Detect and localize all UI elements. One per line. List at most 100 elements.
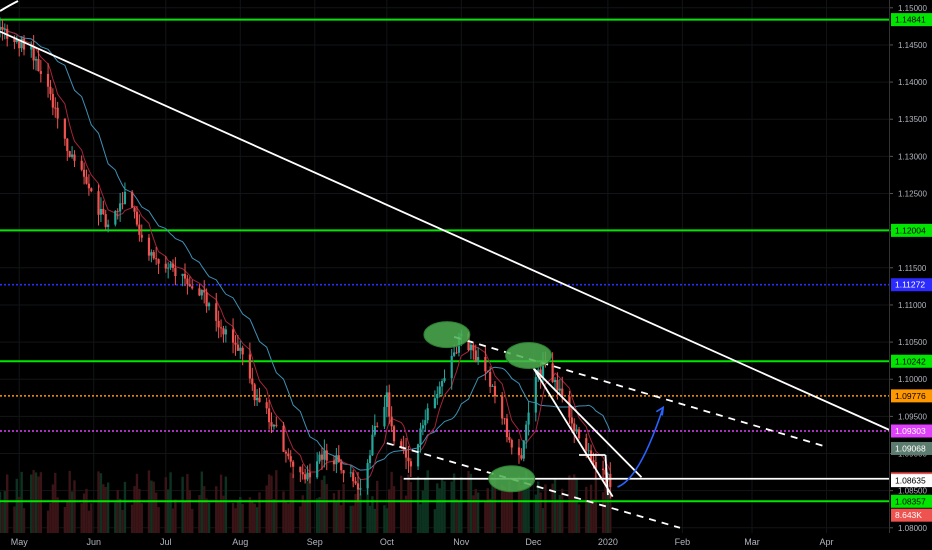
volume-bar xyxy=(70,491,74,533)
level-price-label: 1.11272 xyxy=(895,280,925,290)
candle-body xyxy=(157,259,160,264)
current-price-label: 1.09068 xyxy=(895,443,926,453)
volume-bar xyxy=(349,505,352,533)
candle-body xyxy=(239,347,242,351)
candle-body xyxy=(359,488,362,490)
volume-bar xyxy=(325,484,328,533)
candle-body xyxy=(203,290,206,293)
candle-body xyxy=(508,437,511,440)
candle-body xyxy=(205,292,208,307)
candle-body xyxy=(63,118,66,139)
price-tick-label: 1.09500 xyxy=(898,412,927,421)
candle-body xyxy=(304,474,307,480)
volume-bar xyxy=(575,477,578,533)
candle-body xyxy=(39,71,42,74)
volume-bar xyxy=(409,482,413,533)
candle-body xyxy=(236,344,239,351)
price-tick-label: 1.15000 xyxy=(898,4,927,13)
volume-bar xyxy=(568,475,571,533)
candle-body xyxy=(527,412,530,425)
candle-body xyxy=(433,398,436,409)
candle-body xyxy=(320,454,324,460)
volume-bar xyxy=(577,504,581,533)
candle-body xyxy=(99,208,103,215)
candle-body xyxy=(392,426,396,442)
volume-bar xyxy=(258,492,261,533)
candle-body xyxy=(342,470,345,474)
candle-body xyxy=(340,462,343,471)
volume-bar xyxy=(169,472,172,533)
candle-body xyxy=(553,380,557,383)
candle-body xyxy=(585,438,588,451)
candle-body xyxy=(164,263,167,269)
candle-body xyxy=(477,356,480,362)
candle-body xyxy=(87,183,90,189)
volume-bar xyxy=(474,489,477,533)
volume-bar xyxy=(255,507,259,533)
volume-bar xyxy=(102,484,105,533)
volume-bar xyxy=(3,491,7,533)
candle-body xyxy=(147,237,151,256)
volume-bar xyxy=(303,501,307,533)
volume-bar xyxy=(438,488,441,533)
candle-body xyxy=(275,424,278,426)
candle-body xyxy=(287,453,290,457)
volume-bar xyxy=(315,498,319,533)
volume-bar xyxy=(323,475,326,533)
volume-bar xyxy=(306,480,309,533)
price-chart[interactable]: 1.15000 1.14500 1.14000 1.13500 1.13000 1.125… xyxy=(0,0,932,550)
time-tick-label: Sep xyxy=(307,537,323,547)
time-tick-label: Aug xyxy=(232,537,248,547)
volume-bar xyxy=(320,479,324,533)
candle-body xyxy=(97,191,100,215)
volume-bar xyxy=(606,493,610,533)
volume-bar xyxy=(486,488,489,533)
volume-bar xyxy=(373,508,377,533)
volume-bar xyxy=(205,498,208,533)
volume-bar xyxy=(440,478,444,533)
candle-body xyxy=(90,188,93,192)
volume-bar xyxy=(424,477,427,533)
volume-bar xyxy=(236,502,240,533)
volume-bar xyxy=(73,480,76,533)
time-tick-label: Dec xyxy=(525,537,542,547)
candle-body xyxy=(68,151,71,157)
candle-body xyxy=(301,472,304,475)
volume-bar xyxy=(203,486,206,533)
volume-bar xyxy=(491,479,494,533)
volume-bar xyxy=(183,500,187,533)
volume-bar xyxy=(400,475,403,533)
candle-body xyxy=(121,203,124,205)
volume-bar xyxy=(272,498,276,533)
candle-body xyxy=(424,420,427,426)
volume-bar xyxy=(460,477,463,533)
volume-bar xyxy=(390,471,393,533)
volume-bar xyxy=(541,508,545,533)
volume-bar xyxy=(1,502,4,533)
highlight-ellipse[interactable] xyxy=(505,341,553,369)
volume-bar xyxy=(56,497,59,533)
candle-body xyxy=(592,460,595,463)
candle-body xyxy=(534,376,537,413)
volume-bar xyxy=(443,481,446,533)
volume-bar xyxy=(587,499,590,533)
candle-body xyxy=(436,394,439,399)
level-price-label: 1.12004 xyxy=(895,225,926,235)
volume-bar xyxy=(30,474,33,533)
candle-body xyxy=(181,273,184,277)
candle-body xyxy=(56,107,59,119)
volume-bar xyxy=(188,490,192,533)
candle-body xyxy=(556,380,559,391)
candle-body xyxy=(169,263,172,268)
highlight-ellipse[interactable] xyxy=(423,321,471,349)
volume-bar xyxy=(207,502,211,533)
time-tick-label: Feb xyxy=(675,537,691,547)
highlight-ellipse[interactable] xyxy=(488,465,536,493)
candle-body xyxy=(601,468,605,471)
volume-bar xyxy=(181,476,184,533)
candle-body xyxy=(186,278,189,285)
volume-bar xyxy=(289,472,292,533)
volume-bar xyxy=(469,473,473,533)
candle-body xyxy=(258,397,261,403)
candle-body xyxy=(289,456,292,462)
